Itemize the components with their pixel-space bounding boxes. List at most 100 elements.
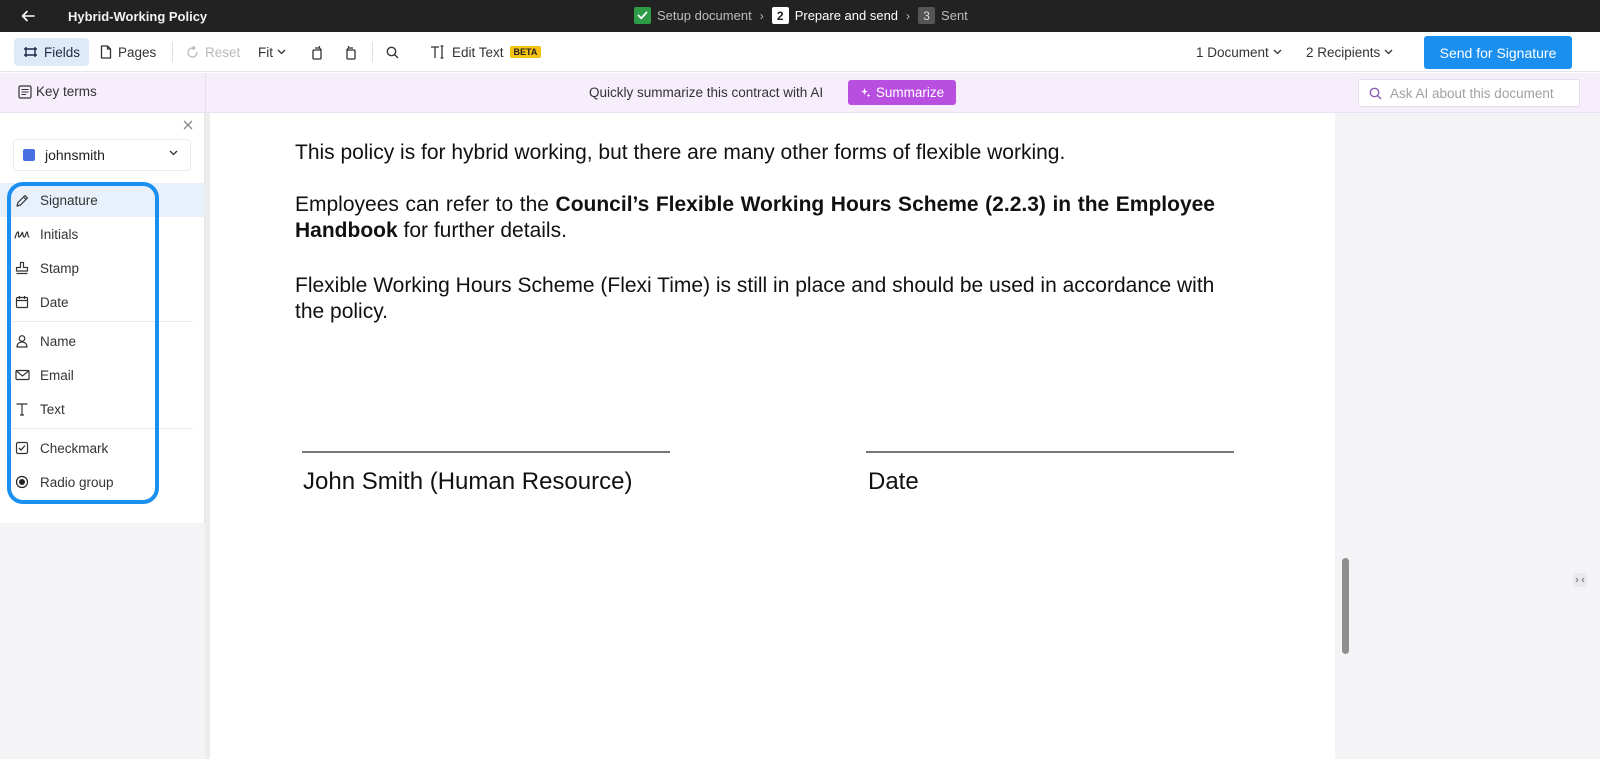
step-number: 2: [771, 7, 789, 24]
toolbar: Fields Pages Reset Fit Edit Text BETA 1 …: [0, 32, 1600, 72]
policy-paragraph: Flexible Working Hours Scheme (Flexi Tim…: [295, 274, 1215, 323]
title-bar: Hybrid-Working Policy Setup document › 2…: [0, 0, 1600, 32]
policy-paragraph: This policy is for hybrid working, but t…: [295, 141, 1066, 164]
field-label: Stamp: [40, 260, 80, 276]
edit-text-button[interactable]: Edit Text BETA: [426, 38, 545, 66]
beta-badge: BETA: [509, 46, 542, 58]
send-for-signature-button[interactable]: Send for Signature: [1424, 36, 1572, 69]
documents-dropdown[interactable]: 1 Document: [1196, 38, 1282, 66]
sparkle-icon: [860, 88, 871, 98]
pages-label: Pages: [118, 44, 157, 60]
step-separator: ›: [906, 8, 911, 23]
field-label: Date: [40, 294, 69, 310]
reset-button[interactable]: Reset: [182, 38, 244, 66]
date-line: [866, 451, 1234, 453]
arrow-left-icon: [21, 10, 35, 22]
ai-banner: Key terms Quickly summarize this contrac…: [0, 73, 1600, 113]
summarize-label: Summarize: [875, 85, 945, 100]
text-icon: [14, 401, 30, 417]
reset-icon: [187, 45, 198, 58]
progress-steps: Setup document › 2 Prepare and send › 3 …: [634, 7, 968, 24]
rotate-left-icon: [312, 45, 322, 60]
fit-label: Fit: [258, 44, 273, 60]
field-signature[interactable]: Signature: [0, 183, 205, 217]
chevron-down-icon: [277, 49, 286, 55]
field-initials[interactable]: Initials: [0, 217, 205, 251]
date-label: Date: [868, 468, 919, 495]
field-radio-group[interactable]: Radio group: [0, 465, 205, 499]
panel-empty-area: [0, 523, 205, 759]
fields-button[interactable]: Fields: [14, 38, 90, 66]
field-types-list: Signature Initials Stamp Date Name Email…: [0, 183, 205, 499]
recipients-dropdown[interactable]: 2 Recipients: [1306, 38, 1393, 66]
fields-icon: [24, 47, 37, 57]
field-email[interactable]: Email: [0, 358, 205, 392]
field-name[interactable]: Name: [0, 324, 205, 358]
search-icon: [386, 46, 399, 58]
chevron-down-icon: [1273, 49, 1282, 55]
policy-paragraph-reference: Employees can refer to the Council’s Fle…: [295, 192, 1215, 244]
ask-ai-input[interactable]: [1390, 85, 1570, 101]
step-prepare-and-send[interactable]: 2 Prepare and send: [771, 7, 899, 24]
fields-label: Fields: [44, 44, 81, 60]
field-checkmark[interactable]: Checkmark: [0, 431, 205, 465]
field-date[interactable]: Date: [0, 285, 205, 319]
chevron-down-icon: [1384, 49, 1393, 55]
field-label: Initials: [40, 226, 79, 242]
right-side-panel: [1335, 113, 1600, 759]
paragraph-text: Employees can refer to the: [295, 193, 556, 216]
field-label: Checkmark: [40, 440, 109, 456]
page-icon: [100, 45, 112, 59]
recipients-label: 2 Recipients: [1306, 44, 1381, 60]
search-button[interactable]: [382, 38, 403, 66]
document-title: Hybrid-Working Policy: [68, 9, 208, 24]
checkbox-icon: [14, 440, 30, 456]
recipient-select[interactable]: johnsmith: [13, 139, 191, 171]
field-text[interactable]: Text: [0, 392, 205, 426]
rotate-left-button[interactable]: [306, 38, 328, 66]
field-label: Email: [40, 367, 74, 383]
summarize-button[interactable]: Summarize: [848, 80, 956, 105]
key-terms-button[interactable]: Key terms: [18, 84, 97, 99]
pages-button[interactable]: Pages: [92, 38, 164, 66]
rotate-right-button[interactable]: [340, 38, 362, 66]
step-separator: ›: [759, 8, 764, 23]
step-label: Prepare and send: [794, 8, 899, 23]
expand-side-panel-button[interactable]: [1572, 572, 1588, 588]
signature-line: [302, 451, 670, 453]
group-divider: [12, 321, 193, 322]
close-icon: [183, 120, 193, 130]
back-button[interactable]: [12, 4, 44, 28]
divider: [172, 42, 173, 62]
group-divider: [12, 428, 193, 429]
field-stamp[interactable]: Stamp: [0, 251, 205, 285]
field-label: Name: [40, 333, 77, 349]
paragraph-text: for further details.: [397, 219, 567, 242]
recipient-name: johnsmith: [45, 147, 105, 163]
step-setup-document[interactable]: Setup document: [634, 7, 752, 24]
document-scrollbar[interactable]: [1342, 558, 1349, 654]
step-sent[interactable]: 3 Sent: [918, 7, 968, 24]
check-icon: [634, 7, 651, 24]
person-icon: [14, 333, 30, 349]
recipient-color-swatch: [23, 149, 35, 161]
envelope-icon: [14, 367, 30, 383]
radio-icon: [14, 474, 30, 490]
text-cursor-icon: [431, 45, 444, 59]
field-label: Text: [40, 401, 65, 417]
close-panel-button[interactable]: [181, 118, 195, 132]
collapse-icon: [1573, 573, 1587, 587]
ask-ai-field: [1358, 79, 1580, 107]
rotate-right-icon: [346, 45, 356, 60]
divider: [372, 42, 373, 62]
reset-label: Reset: [205, 44, 241, 60]
pen-icon: [14, 192, 30, 208]
calendar-icon: [14, 294, 30, 310]
field-label: Signature: [40, 192, 98, 208]
step-label: Sent: [941, 8, 968, 23]
field-label: Radio group: [40, 474, 114, 490]
divider: [205, 73, 206, 113]
stamp-icon: [14, 260, 30, 276]
signatory-label: John Smith (Human Resource): [303, 468, 633, 495]
zoom-fit-dropdown[interactable]: Fit: [252, 38, 292, 66]
